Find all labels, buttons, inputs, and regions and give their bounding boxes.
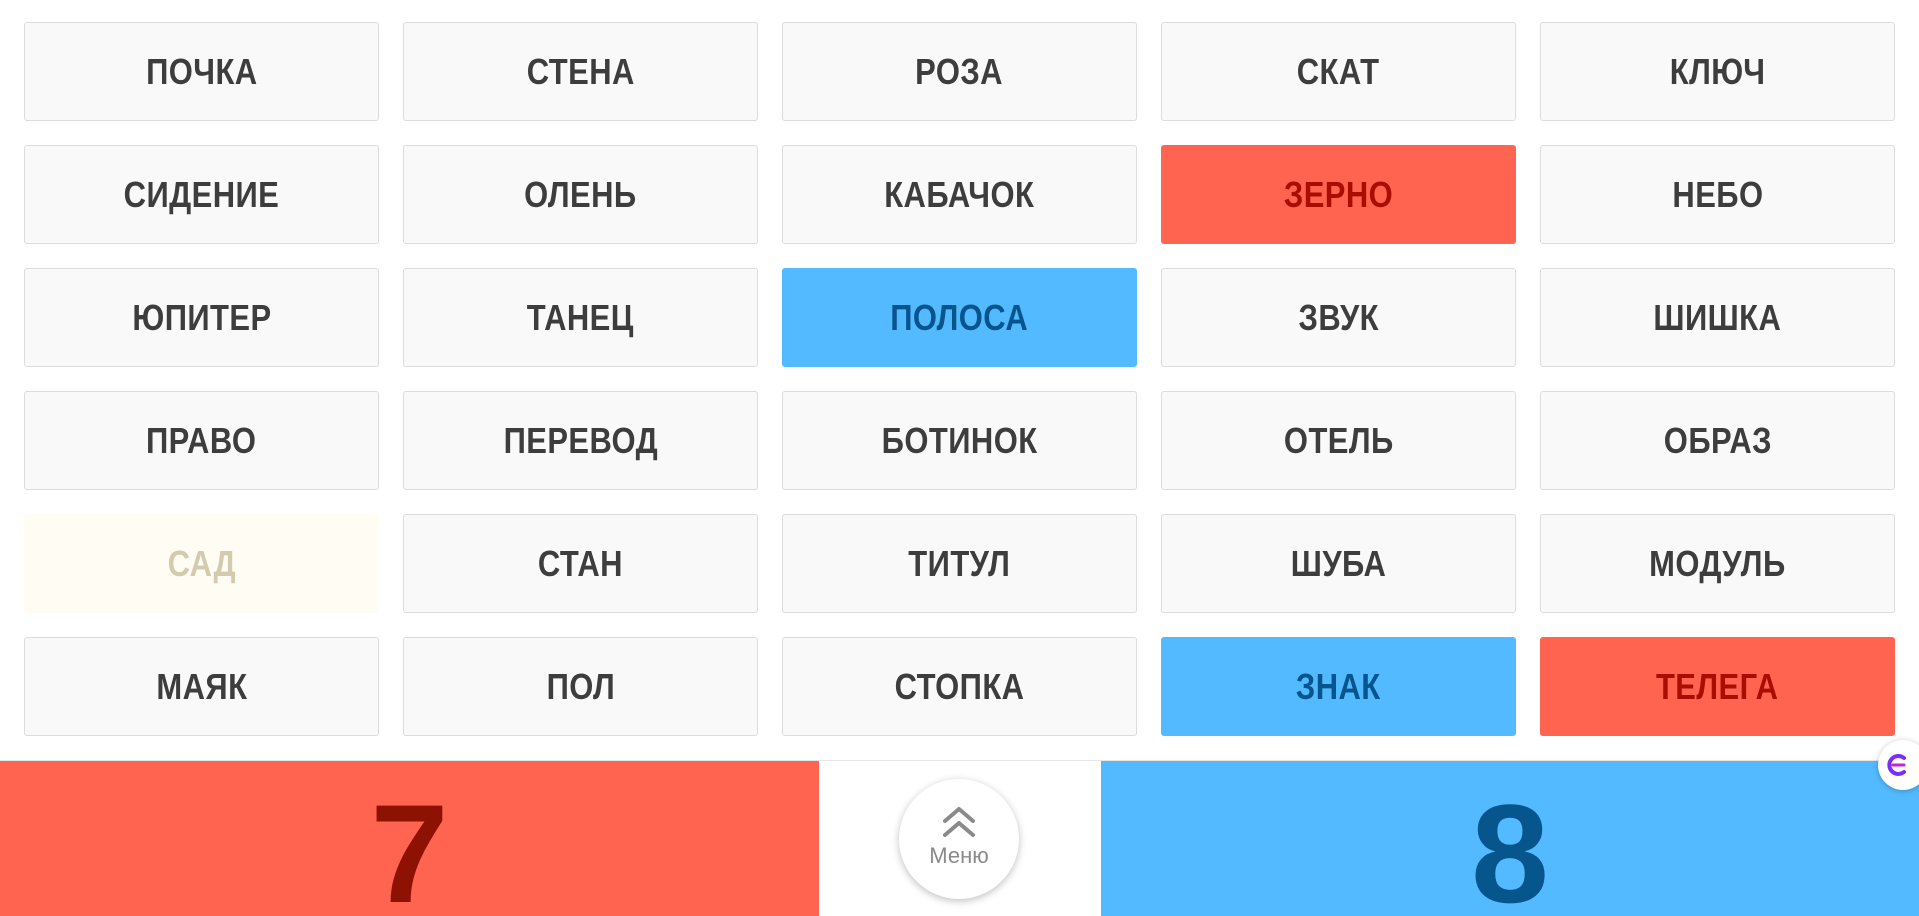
word-card-label: БОТИНОК	[881, 419, 1038, 461]
word-card-label: ШИШКА	[1653, 296, 1782, 338]
word-card[interactable]: САД	[24, 514, 379, 613]
word-card-label: ПЕРЕВОД	[503, 419, 658, 461]
word-card-label: СТАН	[537, 542, 623, 584]
word-card-label: ТЕЛЕГА	[1656, 665, 1779, 707]
word-card[interactable]: РОЗА	[782, 22, 1137, 121]
blue-team-score: 8	[1471, 775, 1549, 916]
word-card[interactable]: ОТЕЛЬ	[1161, 391, 1516, 490]
word-card[interactable]: КЛЮЧ	[1540, 22, 1895, 121]
word-card-label: ТАНЕЦ	[526, 296, 635, 338]
word-card-label: СИДЕНИЕ	[123, 173, 280, 215]
word-card-label: ОЛЕНЬ	[524, 173, 637, 215]
red-team-score-panel: 7	[0, 761, 819, 916]
word-card-label: РОЗА	[915, 50, 1004, 92]
word-board: ПОЧКА СТЕНА РОЗА СКАТ КЛЮЧ СИДЕНИЕ ОЛЕНЬ КАБАЧО…	[24, 22, 1897, 736]
word-card[interactable]: СТЕНА	[403, 22, 758, 121]
word-card-label: ЗВУК	[1298, 296, 1379, 338]
word-card[interactable]: НЕБО	[1540, 145, 1895, 244]
word-card-label: ЗЕРНО	[1283, 173, 1394, 215]
word-card[interactable]: ЗНАК	[1161, 637, 1516, 736]
word-card[interactable]: ШИШКА	[1540, 268, 1895, 367]
word-card-label: ЗНАК	[1296, 665, 1381, 707]
word-card[interactable]: ТАНЕЦ	[403, 268, 758, 367]
word-card[interactable]: ПЕРЕВОД	[403, 391, 758, 490]
word-card-label: ШУБА	[1290, 542, 1387, 584]
word-card[interactable]: МАЯК	[24, 637, 379, 736]
double-chevron-up-icon	[943, 807, 975, 837]
word-card[interactable]: ПОЧКА	[24, 22, 379, 121]
blue-team-score-panel: 8	[1101, 761, 1919, 916]
word-card[interactable]: МОДУЛЬ	[1540, 514, 1895, 613]
word-card[interactable]: ПОЛОСА	[782, 268, 1137, 367]
word-card[interactable]: БОТИНОК	[782, 391, 1137, 490]
word-card-label: ПОЛ	[546, 665, 615, 707]
word-card-label: СТЕНА	[526, 50, 635, 92]
word-card[interactable]: СТОПКА	[782, 637, 1137, 736]
word-card-label: ПОЧКА	[145, 50, 258, 92]
word-card-label: МАЯК	[155, 665, 248, 707]
word-card[interactable]: ШУБА	[1161, 514, 1516, 613]
score-bar: 7 Меню 8	[0, 760, 1919, 916]
menu-button[interactable]: Меню	[899, 779, 1019, 899]
assistant-icon	[1887, 754, 1906, 776]
word-card[interactable]: СТАН	[403, 514, 758, 613]
word-card-label: КЛЮЧ	[1669, 50, 1766, 92]
word-card[interactable]: ТЕЛЕГА	[1540, 637, 1895, 736]
word-card-label: ПРАВО	[146, 419, 257, 461]
word-card[interactable]: КАБАЧОК	[782, 145, 1137, 244]
word-card-label: МОДУЛЬ	[1649, 542, 1786, 584]
word-card-label: ОБРАЗ	[1663, 419, 1772, 461]
word-card[interactable]: ЗВУК	[1161, 268, 1516, 367]
word-card[interactable]: ЮПИТЕР	[24, 268, 379, 367]
word-card-label: ОТЕЛЬ	[1283, 419, 1394, 461]
word-card[interactable]: ОБРАЗ	[1540, 391, 1895, 490]
word-card-label: КАБАЧОК	[884, 173, 1035, 215]
word-card-label: САД	[167, 542, 236, 584]
word-card[interactable]: СКАТ	[1161, 22, 1516, 121]
word-card-label: НЕБО	[1671, 173, 1764, 215]
word-card[interactable]: ТИТУЛ	[782, 514, 1137, 613]
menu-label: Меню	[929, 843, 989, 868]
word-card-label: ТИТУЛ	[908, 542, 1011, 584]
red-team-score: 7	[370, 775, 449, 916]
word-card[interactable]: ПОЛ	[403, 637, 758, 736]
word-card-label: СТОПКА	[894, 665, 1025, 707]
word-card-label: ПОЛОСА	[890, 296, 1029, 338]
word-card[interactable]: ПРАВО	[24, 391, 379, 490]
word-card[interactable]: ОЛЕНЬ	[403, 145, 758, 244]
word-card[interactable]: СИДЕНИЕ	[24, 145, 379, 244]
word-card-label: ЮПИТЕР	[131, 296, 272, 338]
word-card[interactable]: ЗЕРНО	[1161, 145, 1516, 244]
word-card-label: СКАТ	[1297, 50, 1380, 92]
